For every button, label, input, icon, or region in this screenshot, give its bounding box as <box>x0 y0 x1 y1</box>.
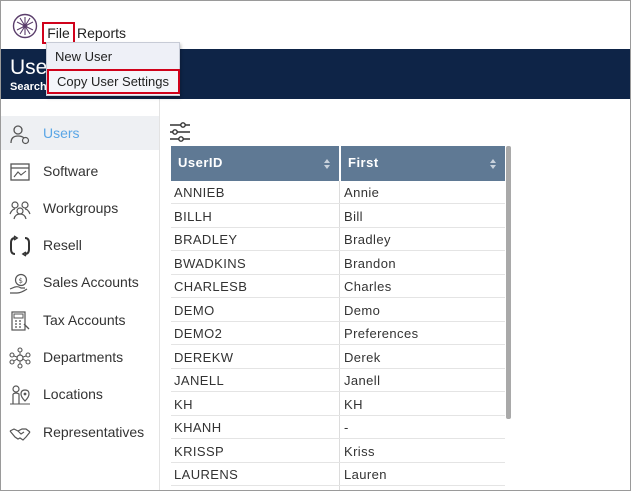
cell-first: Janell <box>344 373 381 388</box>
column-header-label: UserID <box>178 155 223 170</box>
sidebar-item-label: Resell <box>43 237 82 253</box>
cell-userid: DEREKW <box>174 350 234 365</box>
table-row[interactable]: BILLH Bill <box>171 205 505 228</box>
cell-userid: KH <box>174 397 193 412</box>
sidebar-divider <box>159 99 160 490</box>
cell-userid: ANNIEB <box>174 185 225 200</box>
cell-first: Derek <box>344 350 381 365</box>
cell-userid: KHANH <box>174 420 222 435</box>
menu-item-new-user[interactable]: New User <box>47 47 181 67</box>
cell-first: Annie <box>344 185 380 200</box>
cell-userid: BILLH <box>174 209 213 224</box>
sort-icon[interactable] <box>489 158 497 170</box>
app-window: File Reports Use Search New User Copy Us… <box>0 0 631 491</box>
handshake-icon <box>9 428 31 441</box>
app-logo-icon <box>12 13 38 39</box>
svg-text:$: $ <box>19 277 23 285</box>
resell-icon <box>10 235 30 257</box>
table-row[interactable]: ANNIEB Annie <box>171 181 505 204</box>
table-row[interactable]: CHARLESB Charles <box>171 275 505 298</box>
sidebar-item-label: Departments <box>43 349 124 365</box>
cell-first: Charles <box>344 279 392 294</box>
cell-first: KH <box>344 397 363 412</box>
cell-first: Demo <box>344 303 381 318</box>
cell-userid: BWADKINS <box>174 256 247 271</box>
sidebar-item-representatives[interactable]: Representatives <box>1 415 160 449</box>
user-icon <box>10 125 30 145</box>
menu-item-copy-user-settings[interactable]: Copy User Settings <box>47 69 180 94</box>
cell-userid: DEMO2 <box>174 326 223 341</box>
sidebar-item-label: Sales Accounts <box>43 274 139 290</box>
sidebar-item-label: Representatives <box>43 424 145 440</box>
table-row[interactable]: KRISSP Kriss <box>171 440 505 463</box>
sidebar-item-software[interactable]: Software <box>1 154 160 188</box>
tax-accounts-icon <box>11 311 30 331</box>
departments-icon <box>9 347 31 369</box>
table-row[interactable]: DEMO2 Preferences <box>171 322 505 345</box>
table-row[interactable]: KHANH - <box>171 416 505 439</box>
cell-userid: BRADLEY <box>174 232 238 247</box>
menu-reports[interactable]: Reports <box>77 25 126 41</box>
table-row[interactable]: DEREKW Derek <box>171 346 505 369</box>
cell-userid: CHARLESB <box>174 279 248 294</box>
sidebar-item-resell[interactable]: Resell <box>1 228 160 262</box>
sidebar-item-label: Users <box>43 125 80 141</box>
sidebar-item-departments[interactable]: Departments <box>1 340 160 374</box>
cell-first: Brandon <box>344 256 396 271</box>
cell-first: - <box>344 420 349 435</box>
sidebar-item-locations[interactable]: Locations <box>1 377 160 411</box>
sidebar-item-label: Tax Accounts <box>43 312 126 328</box>
column-header-label: First <box>348 155 379 170</box>
cell-userid: DEMO <box>174 303 215 318</box>
sidebar-item-workgroups[interactable]: Workgroups <box>1 191 160 225</box>
users-table: UserID First ANNIEB Annie BILLH Bill BRA… <box>171 146 511 490</box>
cell-userid: JANELL <box>174 373 225 388</box>
sidebar-item-tax-accounts[interactable]: Tax Accounts <box>1 303 160 337</box>
sidebar-item-label: Locations <box>43 386 103 402</box>
sales-accounts-icon: $ <box>9 273 28 294</box>
software-icon <box>10 163 30 181</box>
cell-userid: KRISSP <box>174 444 225 459</box>
table-row[interactable]: BWADKINS Brandon <box>171 252 505 275</box>
column-header-first[interactable]: First <box>341 146 505 181</box>
sort-icon[interactable] <box>323 158 331 170</box>
sidebar: Users Software Workgroups Resell $ Sales… <box>1 99 160 490</box>
table-scrollbar-thumb[interactable] <box>506 146 511 419</box>
table-row[interactable]: JANELL Janell <box>171 369 505 392</box>
sidebar-item-users[interactable]: Users <box>1 116 160 150</box>
table-row[interactable]: DEMO Demo <box>171 299 505 322</box>
column-header-userid[interactable]: UserID <box>171 146 339 181</box>
file-dropdown-menu: New User Copy User Settings <box>46 42 180 96</box>
cell-userid: LAURENS <box>174 467 239 482</box>
menu-file[interactable]: File <box>42 22 75 44</box>
sidebar-item-label: Software <box>43 163 99 179</box>
filter-settings-icon[interactable] <box>169 120 191 144</box>
cell-first: Lauren <box>344 467 387 482</box>
search-label[interactable]: Search <box>10 81 47 93</box>
table-row[interactable]: BRADLEY Bradley <box>171 228 505 251</box>
cell-first: Kriss <box>344 444 375 459</box>
location-icon <box>10 385 30 405</box>
cell-first: Bradley <box>344 232 391 247</box>
table-row[interactable]: LAURENS Lauren <box>171 463 505 486</box>
page-title: Use <box>10 56 48 79</box>
cell-first: Preferences <box>344 326 419 341</box>
workgroups-icon <box>9 201 31 220</box>
cell-first: Bill <box>344 209 363 224</box>
sidebar-item-sales-accounts[interactable]: $ Sales Accounts <box>1 265 160 299</box>
table-row[interactable]: KH KH <box>171 393 505 416</box>
sidebar-item-label: Workgroups <box>43 200 119 216</box>
